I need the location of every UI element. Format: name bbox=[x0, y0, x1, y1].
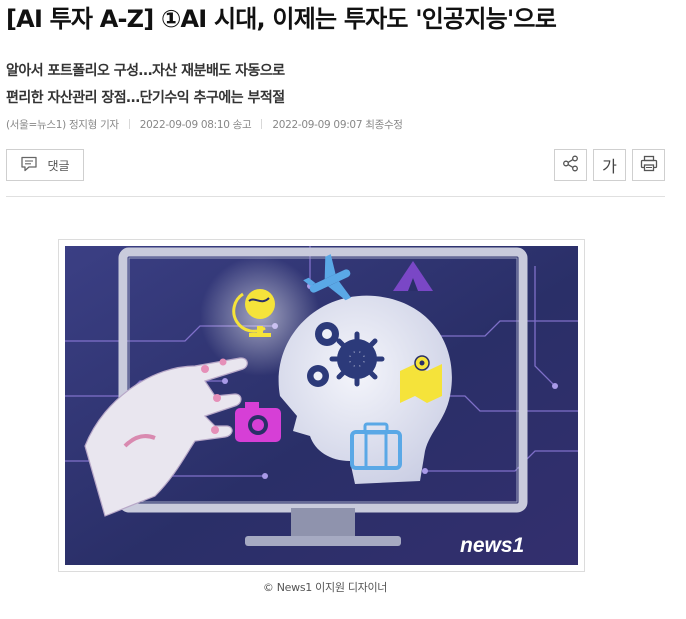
content-divider bbox=[6, 196, 665, 197]
comment-button[interactable]: 댓글 bbox=[6, 149, 84, 181]
font-size-label: 가 bbox=[602, 157, 617, 176]
divider bbox=[128, 119, 130, 129]
speech-bubble-icon bbox=[20, 156, 38, 175]
share-button[interactable] bbox=[554, 149, 587, 181]
share-icon bbox=[562, 155, 579, 176]
published-time: 2022-09-09 08:10 송고 bbox=[139, 119, 252, 131]
comment-label: 댓글 bbox=[47, 158, 70, 173]
subtitle-line: 알아서 포트폴리오 구성…자산 재분배도 자동으로 bbox=[6, 63, 285, 79]
article-meta: (서울=뉴스1) 정지형 기자 2022-09-09 08:10 송고 2022-0… bbox=[6, 117, 403, 132]
subtitle-line: 편리한 자산관리 장점…단기수익 추구에는 부적절 bbox=[6, 90, 285, 106]
article-title: [AI 투자 A-Z] ①AI 시대, 이제는 투자도 '인공지능'으로 bbox=[6, 5, 557, 33]
news1-watermark: news1 bbox=[460, 534, 524, 557]
article-photo: news1 bbox=[58, 239, 585, 572]
photo-caption: © News1 이지원 디자이너 bbox=[262, 581, 388, 594]
ai-illustration: news1 bbox=[65, 246, 578, 565]
divider bbox=[261, 119, 263, 129]
byline: (서울=뉴스1) 정지형 기자 bbox=[6, 119, 119, 131]
ai-illustration-artwork: news1 bbox=[65, 246, 578, 565]
article-subtitle: 알아서 포트폴리오 구성…자산 재분배도 자동으로 편리한 자산관리 장점…단기… bbox=[6, 58, 666, 112]
printer-icon bbox=[640, 155, 658, 176]
print-button[interactable] bbox=[632, 149, 665, 181]
font-size-button[interactable]: 가 bbox=[593, 149, 626, 181]
modified-time: 2022-09-09 09:07 최종수정 bbox=[272, 119, 403, 131]
